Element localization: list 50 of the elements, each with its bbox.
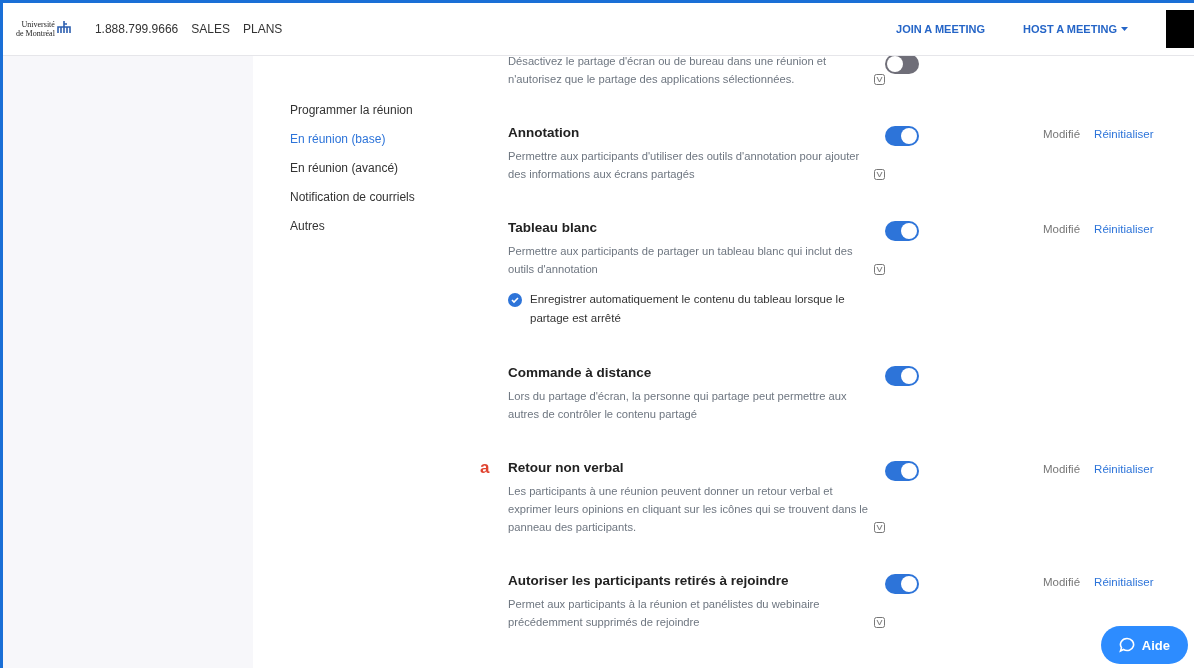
sidebar-item[interactable]: En réunion (base) (290, 132, 480, 147)
setting-description: Permet aux participants à la réunion et panélistes du webinaire précédemment supprimés de rejoindre (508, 597, 821, 630)
help-button[interactable]: Aide (1100, 626, 1188, 664)
checkbox-label: Enregistrer automatiquement le contenu du tableau lorsque le partage est arrêté (530, 292, 846, 326)
annotation-marker: a (480, 458, 490, 477)
toggle-switch[interactable] (885, 54, 919, 74)
setting-title: Retour non verbal (508, 459, 625, 477)
info-icon[interactable] (874, 522, 885, 533)
checkbox[interactable] (508, 293, 522, 307)
header-link[interactable]: JOIN A MEETING (896, 23, 986, 35)
logo-icon (56, 20, 71, 34)
sidebar-item[interactable]: En réunion (avancé) (290, 161, 480, 176)
setting-description: Permettre aux participants d'utiliser des outils d'annotation pour ajouter des informations aux écrans partagés (508, 149, 861, 182)
chat-bubble-icon (1118, 637, 1135, 653)
phone-number: 1.888.799.9666 (94, 22, 179, 36)
setting-description: Lors du partage d'écran, la personne qui partage peut permettre aux autres de contrôler le contenu partagé (508, 389, 848, 422)
info-icon[interactable] (874, 617, 885, 628)
toggle-switch[interactable] (885, 366, 919, 386)
toggle-switch[interactable] (885, 461, 919, 481)
status-label: Modifié (1043, 575, 1081, 590)
status-label: Modifié (1043, 462, 1081, 477)
toggle-switch[interactable] (885, 126, 919, 146)
nav-link[interactable]: PLANS (243, 22, 283, 36)
info-icon[interactable] (874, 74, 885, 85)
reset-link[interactable]: Réinitialiser (1094, 219, 1154, 239)
nav-link[interactable]: SALES (191, 22, 230, 36)
redaction-block (1166, 10, 1194, 48)
reset-link[interactable]: Réinitialiser (1094, 124, 1154, 144)
toggle-switch[interactable] (885, 221, 919, 241)
caret-icon[interactable] (1121, 27, 1128, 31)
info-icon[interactable] (874, 169, 885, 180)
setting-description: Permettre aux participants de partager un tableau blanc qui inclut des outils d'annotation (508, 244, 854, 277)
info-icon[interactable] (874, 264, 885, 275)
header-link[interactable]: HOST A MEETING (1023, 23, 1128, 35)
setting-title: Autoriser les participants retirés à rejoindre (508, 572, 790, 590)
setting-description: Désactivez le partage d'écran ou de bureau dans une réunion et n'autorisez que le partage des applications sélectionnées. (508, 54, 828, 87)
setting-description: Les participants à une réunion peuvent donner un retour verbal et exprimer leurs opinions en cliquant sur les icônes qui se trouvent dans le panneau des participants. (508, 484, 869, 535)
sidebar-item[interactable]: Programmer la réunion (290, 103, 480, 118)
logo-text: de Montréal (16, 29, 55, 38)
reset-link[interactable]: Réinitialiser (1094, 572, 1154, 592)
setting-title: Commande à distance (508, 364, 653, 382)
reset-link[interactable]: Réinitialiser (1094, 459, 1154, 479)
setting-title: Annotation (508, 124, 581, 142)
toggle-switch[interactable] (885, 574, 919, 594)
logo-text: Université (21, 20, 55, 29)
sidebar-item[interactable]: Autres (290, 219, 480, 234)
setting-title: Tableau blanc (508, 219, 599, 237)
status-label: Modifié (1043, 127, 1081, 142)
status-label: Modifié (1043, 222, 1081, 237)
sidebar-item[interactable]: Notification de courriels (290, 190, 480, 205)
